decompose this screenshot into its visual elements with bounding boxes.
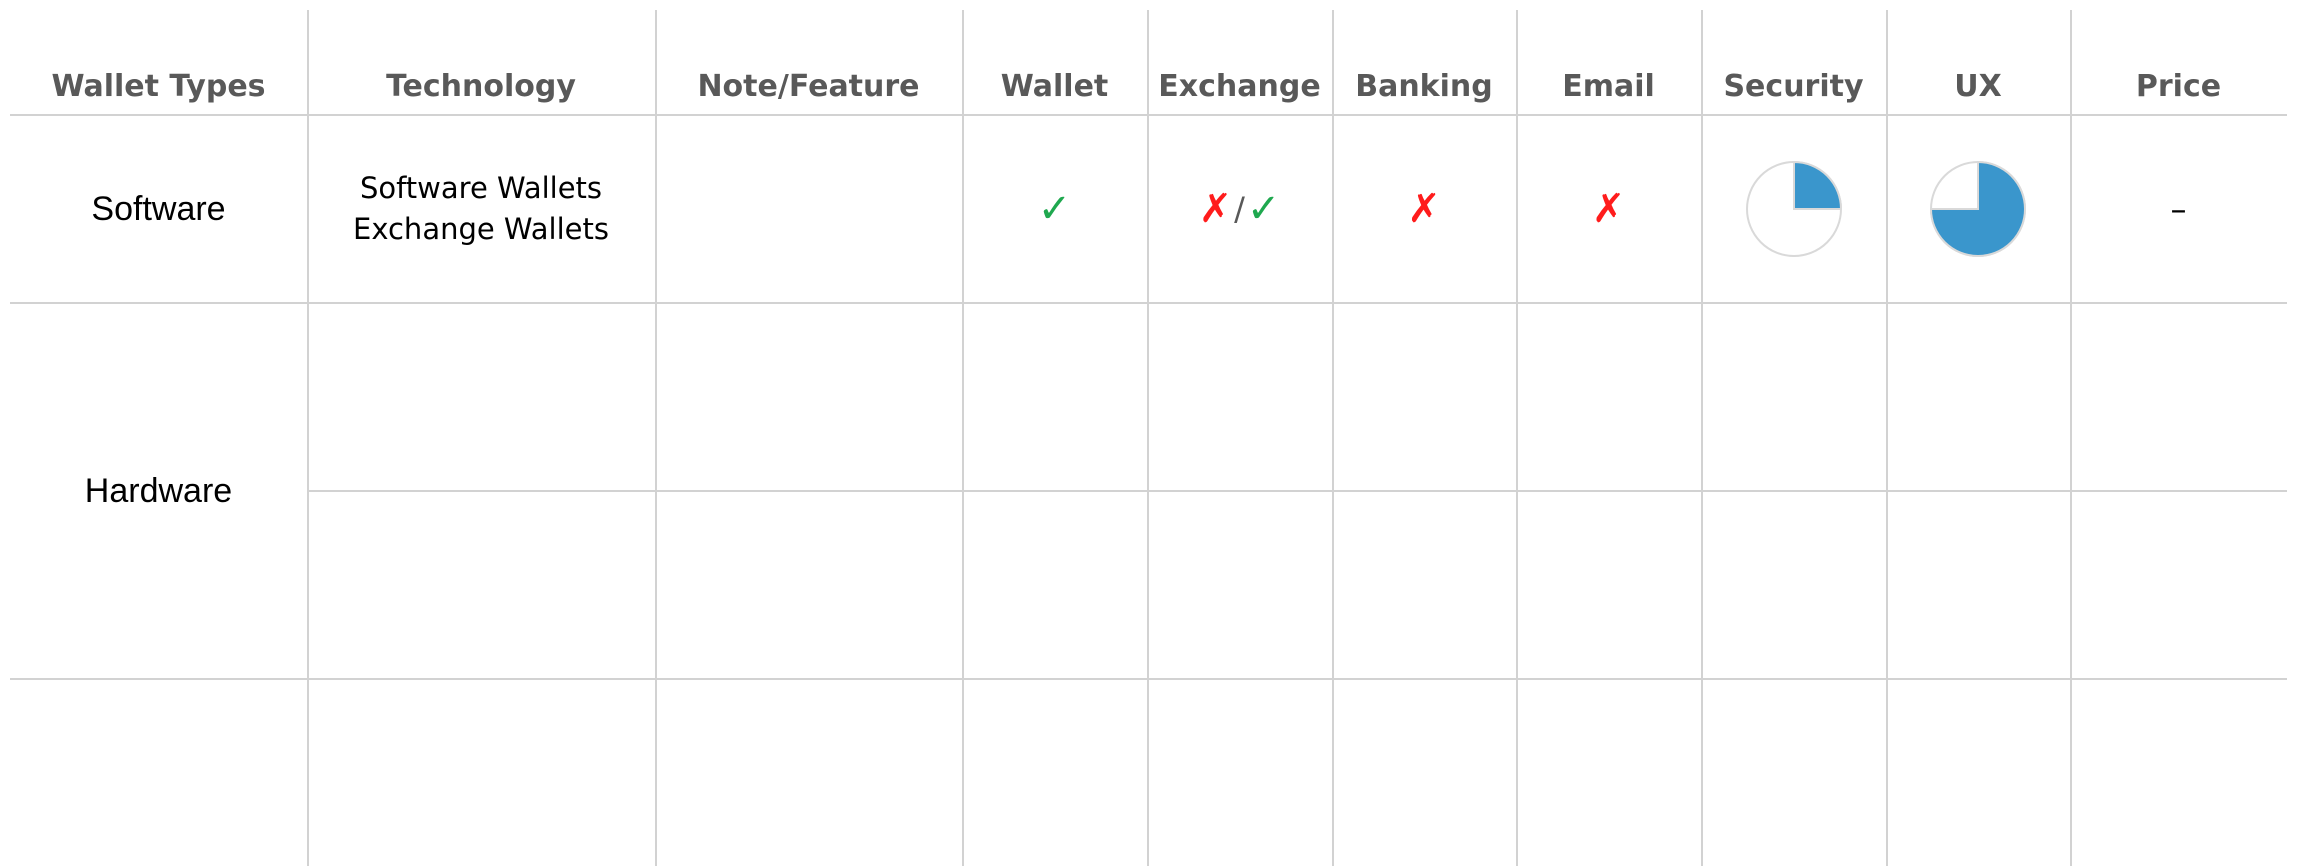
header-banking: Banking bbox=[1355, 68, 1493, 104]
technology-software-wallets: Software Wallets bbox=[359, 171, 603, 205]
header-wallet-types: Wallet Types bbox=[51, 68, 266, 104]
check-icon: ✓ bbox=[1246, 186, 1281, 232]
cross-icon: ✗ bbox=[1407, 186, 1441, 232]
technology-cell: Software Wallets Exchange Wallets bbox=[307, 116, 655, 302]
security-cell bbox=[1701, 116, 1886, 302]
cross-icon: ✗ bbox=[1198, 186, 1233, 232]
header-exchange: Exchange bbox=[1158, 68, 1321, 104]
header-note-feature: Note/Feature bbox=[697, 68, 920, 104]
header-technology: Technology bbox=[386, 68, 576, 104]
header-email: Email bbox=[1562, 68, 1655, 104]
exchange-cell: ✗ / ✓ bbox=[1147, 116, 1332, 302]
row-label-software: Software bbox=[91, 189, 226, 228]
row-divider bbox=[10, 678, 2287, 680]
ux-pie-gauge-icon bbox=[1929, 160, 2026, 257]
header-security: Security bbox=[1723, 68, 1864, 104]
price-value: – bbox=[2170, 190, 2187, 228]
check-icon: ✓ bbox=[1037, 186, 1072, 232]
technology-exchange-wallets: Exchange Wallets bbox=[353, 212, 609, 246]
note-cell bbox=[655, 116, 962, 302]
header-price: Price bbox=[2135, 68, 2222, 104]
row-divider bbox=[307, 490, 2287, 492]
pie-fill bbox=[1792, 160, 1842, 210]
slash-separator: / bbox=[1234, 190, 1245, 228]
cross-icon: ✗ bbox=[1591, 186, 1626, 232]
security-pie-gauge-icon bbox=[1745, 160, 1842, 257]
row-label-hardware: Hardware bbox=[84, 471, 233, 510]
ux-cell bbox=[1886, 116, 2070, 302]
header-wallet: Wallet bbox=[1000, 68, 1109, 104]
header-ux: UX bbox=[1954, 68, 2002, 104]
row-divider bbox=[10, 302, 2287, 304]
